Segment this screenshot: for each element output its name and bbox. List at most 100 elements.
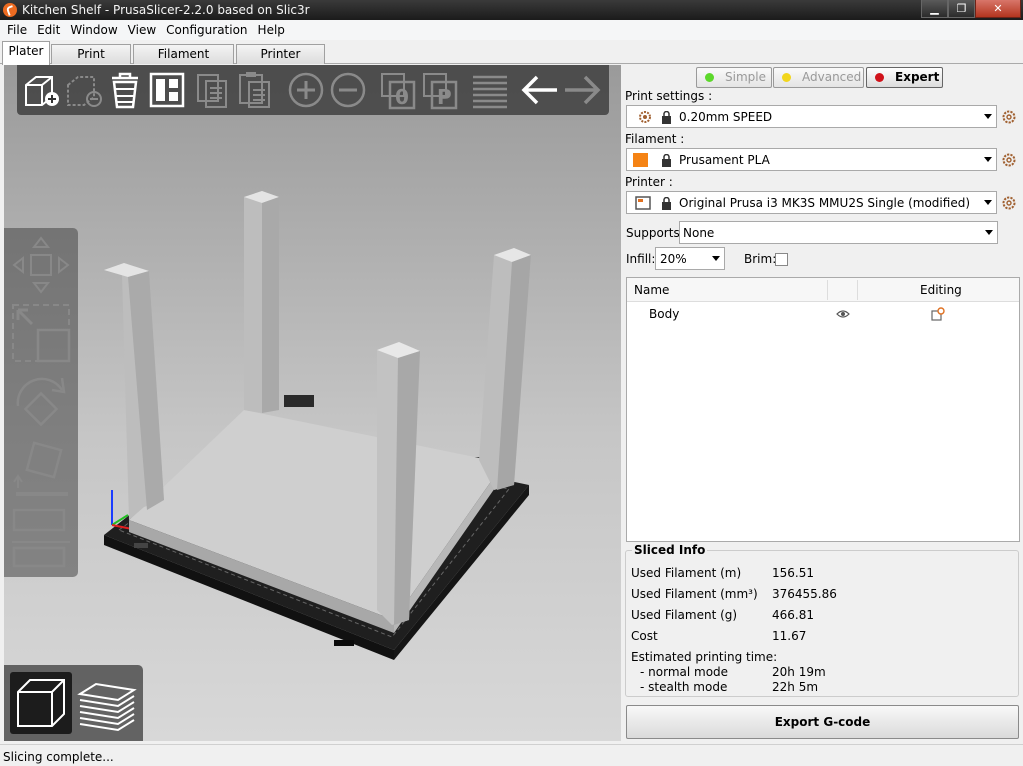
- advanced-mode-dot-icon: [782, 73, 791, 82]
- lock-icon: [662, 111, 671, 124]
- move-icon[interactable]: [10, 234, 72, 296]
- brim-checkbox[interactable]: [775, 253, 788, 266]
- used-filament-m-value: 156.51: [772, 566, 814, 580]
- supports-label: Supports:: [626, 226, 684, 240]
- tab-print-settings[interactable]: Print Settings: [51, 44, 131, 79]
- arrange-icon[interactable]: [146, 69, 188, 111]
- print-settings-icon: [639, 111, 651, 123]
- lock-icon: [662, 197, 671, 210]
- redo-icon[interactable]: [561, 69, 603, 111]
- menu-file[interactable]: File: [2, 20, 32, 40]
- printer-icon: [635, 196, 651, 210]
- 3d-view-icon[interactable]: [10, 672, 72, 734]
- used-filament-g-label: Used Filament (g): [631, 608, 738, 622]
- bed-mount: [334, 640, 354, 646]
- gizmo-toolbar: [4, 228, 78, 577]
- sliced-info-title: Sliced Info: [632, 543, 708, 557]
- tab-printer-settings[interactable]: Printer Settings: [236, 44, 325, 79]
- filament-color-swatch: [633, 153, 648, 167]
- normal-mode-value: 20h 19m: [772, 665, 826, 679]
- menu-configuration[interactable]: Configuration: [161, 20, 252, 40]
- expert-mode-dot-icon: [875, 73, 884, 82]
- view-toggle: [4, 665, 143, 741]
- mode-expert-button[interactable]: Expert: [866, 67, 943, 88]
- supports-combo[interactable]: None: [679, 221, 998, 244]
- status-bar: Slicing complete...: [0, 744, 1023, 766]
- print-settings-edit-gear-icon[interactable]: [1001, 109, 1017, 125]
- used-filament-mm3-value: 376455.86: [772, 587, 837, 601]
- support-points-icon[interactable]: [10, 538, 72, 568]
- print-settings-combo[interactable]: 0.20mm SPEED: [626, 105, 997, 128]
- add-instance-icon[interactable]: [285, 69, 327, 111]
- layers-editing-icon[interactable]: [469, 69, 511, 111]
- preview-icon[interactable]: [76, 672, 138, 734]
- top-toolbar: 0 P: [17, 65, 609, 115]
- used-filament-g-value: 466.81: [772, 608, 814, 622]
- menu-window[interactable]: Window: [65, 20, 122, 40]
- column-name[interactable]: Name: [634, 283, 669, 297]
- undo-icon[interactable]: [519, 69, 561, 111]
- infill-combo[interactable]: 20%: [655, 247, 725, 270]
- used-filament-mm3-label: Used Filament (mm³): [631, 587, 758, 601]
- svg-text:P: P: [437, 85, 452, 109]
- used-filament-m-label: Used Filament (m): [631, 566, 742, 580]
- menu-edit[interactable]: Edit: [32, 20, 65, 40]
- column-editing[interactable]: Editing: [920, 283, 962, 297]
- list-item[interactable]: Body: [627, 305, 1019, 325]
- normal-mode-label: - normal mode: [640, 665, 729, 679]
- stealth-mode-label: - stealth mode: [640, 680, 728, 694]
- split-objects-icon[interactable]: 0: [377, 69, 419, 111]
- sliced-info-panel: Sliced Info Used Filament (m) 156.51 Use…: [625, 543, 1019, 697]
- stealth-mode-value: 22h 5m: [772, 680, 819, 694]
- rotate-icon[interactable]: [10, 370, 72, 432]
- remove-instance-icon[interactable]: [327, 69, 369, 111]
- mode-simple-button[interactable]: Simple: [696, 67, 772, 88]
- printer-combo[interactable]: Original Prusa i3 MK3S MMU2S Single (mod…: [626, 191, 997, 214]
- menu-help[interactable]: Help: [253, 20, 290, 40]
- sidebar-panel: Simple Advanced Expert Print settings : …: [622, 65, 1023, 741]
- split-parts-icon[interactable]: P: [419, 69, 461, 111]
- chevron-down-icon: [985, 230, 993, 235]
- chevron-down-icon: [984, 200, 992, 205]
- filament-edit-gear-icon[interactable]: [1001, 152, 1017, 168]
- print-settings-label: Print settings :: [625, 89, 713, 103]
- simple-mode-dot-icon: [705, 73, 714, 82]
- paste-icon[interactable]: [234, 69, 276, 111]
- close-button[interactable]: ✕: [975, 0, 1021, 18]
- object-list-header: Name Editing: [627, 278, 1019, 302]
- object-list[interactable]: Name Editing Body: [626, 277, 1020, 542]
- chevron-down-icon: [984, 157, 992, 162]
- tab-plater[interactable]: Plater: [2, 41, 50, 65]
- infill-label: Infill:: [626, 252, 656, 266]
- 3d-scene[interactable]: [4, 65, 621, 741]
- tab-bar: Plater Print Settings Filament Settings …: [0, 40, 1023, 79]
- edit-settings-icon[interactable]: [931, 307, 945, 321]
- export-gcode-button[interactable]: Export G-code: [626, 705, 1019, 739]
- estimated-time-label: Estimated printing time:: [631, 650, 778, 664]
- filament-label: Filament :: [625, 132, 685, 146]
- menu-view[interactable]: View: [123, 20, 161, 40]
- status-text: Slicing complete...: [3, 750, 114, 764]
- object-name: Body: [649, 307, 680, 321]
- cut-icon[interactable]: [10, 506, 72, 534]
- prusaslicer-logo-icon: [3, 3, 17, 17]
- copy-icon[interactable]: [192, 69, 234, 111]
- cost-label: Cost: [631, 629, 658, 643]
- delete-all-icon[interactable]: [104, 69, 146, 111]
- cost-value: 11.67: [772, 629, 807, 643]
- printer-edit-gear-icon[interactable]: [1001, 195, 1017, 211]
- place-on-face-icon[interactable]: [10, 438, 72, 500]
- mode-advanced-button[interactable]: Advanced: [773, 67, 864, 88]
- tab-filament-settings[interactable]: Filament Settings: [133, 44, 234, 79]
- menu-bar: File Edit Window View Configuration Help: [0, 20, 1023, 40]
- maximize-button[interactable]: ❐: [948, 0, 975, 18]
- minimize-button[interactable]: ▁: [921, 0, 948, 18]
- eye-icon[interactable]: [836, 309, 850, 319]
- scale-icon[interactable]: [10, 302, 72, 364]
- chevron-down-icon: [984, 114, 992, 119]
- filament-combo[interactable]: Prusament PLA: [626, 148, 997, 171]
- delete-icon[interactable]: [62, 69, 104, 111]
- add-icon[interactable]: [20, 69, 62, 111]
- 3d-viewport[interactable]: 0 P: [4, 65, 621, 741]
- brim-label: Brim:: [744, 252, 777, 266]
